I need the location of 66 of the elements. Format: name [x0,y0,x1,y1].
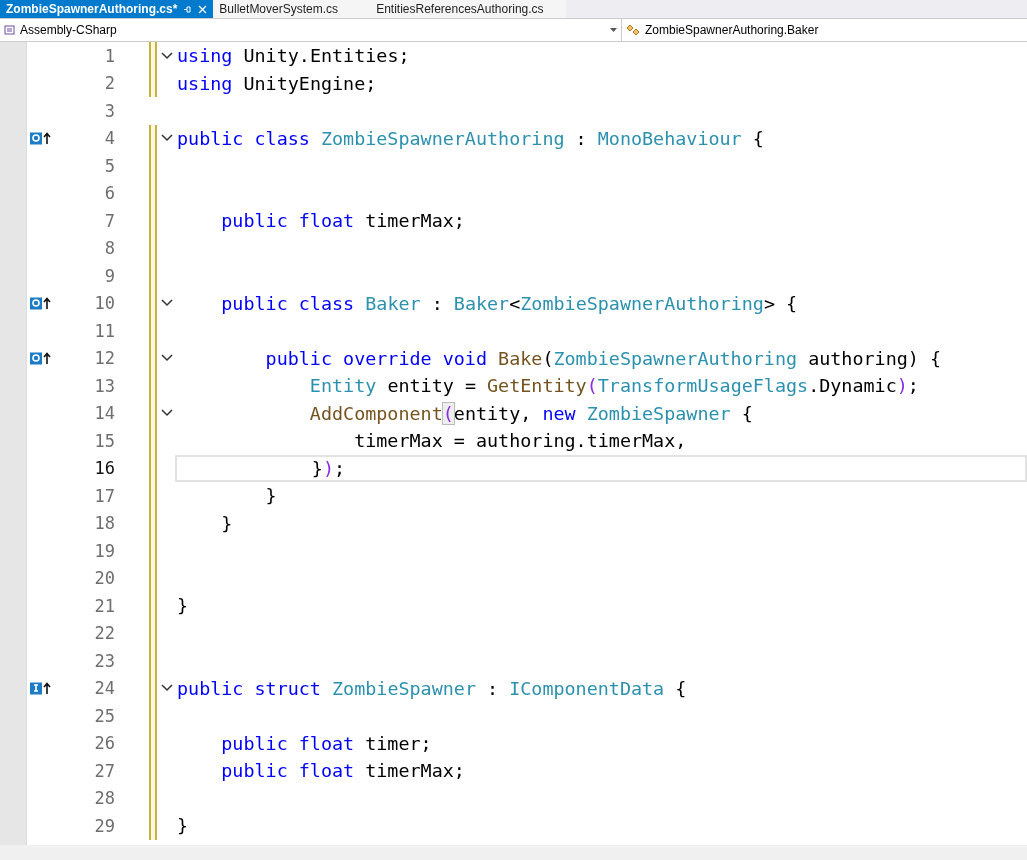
code-line: } [177,815,189,836]
line-number: 22 [93,623,115,644]
line-number: 24 [93,678,115,699]
collapse-chevron-icon[interactable] [161,134,173,143]
editor-tab[interactable]: ZombieSpawnerAuthoring.cs* [0,0,214,18]
code-line: public float timerMax; [220,760,465,781]
line-number: 2 [103,73,115,94]
line-number: 8 [103,238,115,259]
line-number: 23 [93,650,115,671]
code-line: public override void Bake(ZombieSpawnerAuthoring authoring) { [264,347,941,369]
class-implementation-icon[interactable] [30,351,52,365]
pin-icon[interactable] [183,4,193,14]
line-number: 26 [93,733,115,754]
interface-implementation-icon[interactable] [30,681,52,695]
code-line: public float timer; [220,732,432,754]
line-number: 5 [103,155,115,176]
code-line: Entity entity = GetEntity(TransformUsageFlags.Dynamic); [308,375,919,396]
class-icon [626,24,641,36]
line-number: 21 [93,595,115,616]
editor-tab[interactable]: BulletMoverSystem.cs [213,0,354,18]
line-number: 14 [93,403,115,424]
editor-tab[interactable]: EntitiesReferencesAuthoring.cs [353,0,567,18]
line-number: 17 [93,485,115,506]
line-number: 15 [93,430,115,451]
collapse-chevron-icon[interactable] [161,409,173,418]
code-line: timerMax = authoring.timerMax, [353,430,687,451]
code-line: public struct ZombieSpawner : IComponentData { [177,677,687,699]
line-number: 6 [103,183,115,204]
code-line: AddComponent(entity, new ZombieSpawner { [308,402,753,424]
line-number: 3 [103,100,115,121]
code-line: } [177,595,189,616]
line-number: 7 [103,210,115,231]
collapse-chevron-icon[interactable] [161,51,173,60]
code-line: public class ZombieSpawnerAuthoring : MonoBehaviour { [177,127,764,149]
line-number: 19 [93,540,115,561]
collapse-chevron-icon[interactable] [161,354,173,363]
code-line: } [264,485,277,506]
line-number: 11 [93,320,115,341]
line-number: 1 [103,45,115,66]
line-number: 10 [93,293,115,314]
member-dropdown[interactable]: ZombieSpawnerAuthoring.Baker [622,19,1027,41]
code-line: } [220,512,233,534]
collapse-chevron-icon[interactable] [161,684,173,693]
project-dropdown[interactable]: Assembly-CSharp [0,19,622,41]
project-icon [4,24,16,36]
collapse-chevron-icon[interactable] [161,299,173,308]
close-icon[interactable] [198,4,208,14]
line-number: 28 [93,788,115,809]
line-number: 29 [93,815,115,836]
line-number: 20 [93,568,115,589]
code-line: }); [310,457,346,479]
line-number: 25 [93,705,115,726]
code-line: public float timerMax; [220,210,465,231]
line-number: 13 [93,375,115,396]
code-line: using Unity.Entities; [177,45,410,66]
line-number: 18 [93,513,115,534]
class-implementation-icon[interactable] [30,296,52,310]
line-number: 4 [103,128,115,149]
line-number: 27 [93,760,115,781]
line-number: 9 [103,265,115,286]
line-number: 12 [93,348,115,369]
line-number: 16 [93,458,115,479]
class-implementation-icon[interactable] [30,131,52,145]
dropdown-arrow-icon [610,28,617,32]
code-line: using UnityEngine; [177,72,377,94]
code-line: public class Baker : Baker<ZombieSpawnerAuthoring> { [220,292,798,314]
